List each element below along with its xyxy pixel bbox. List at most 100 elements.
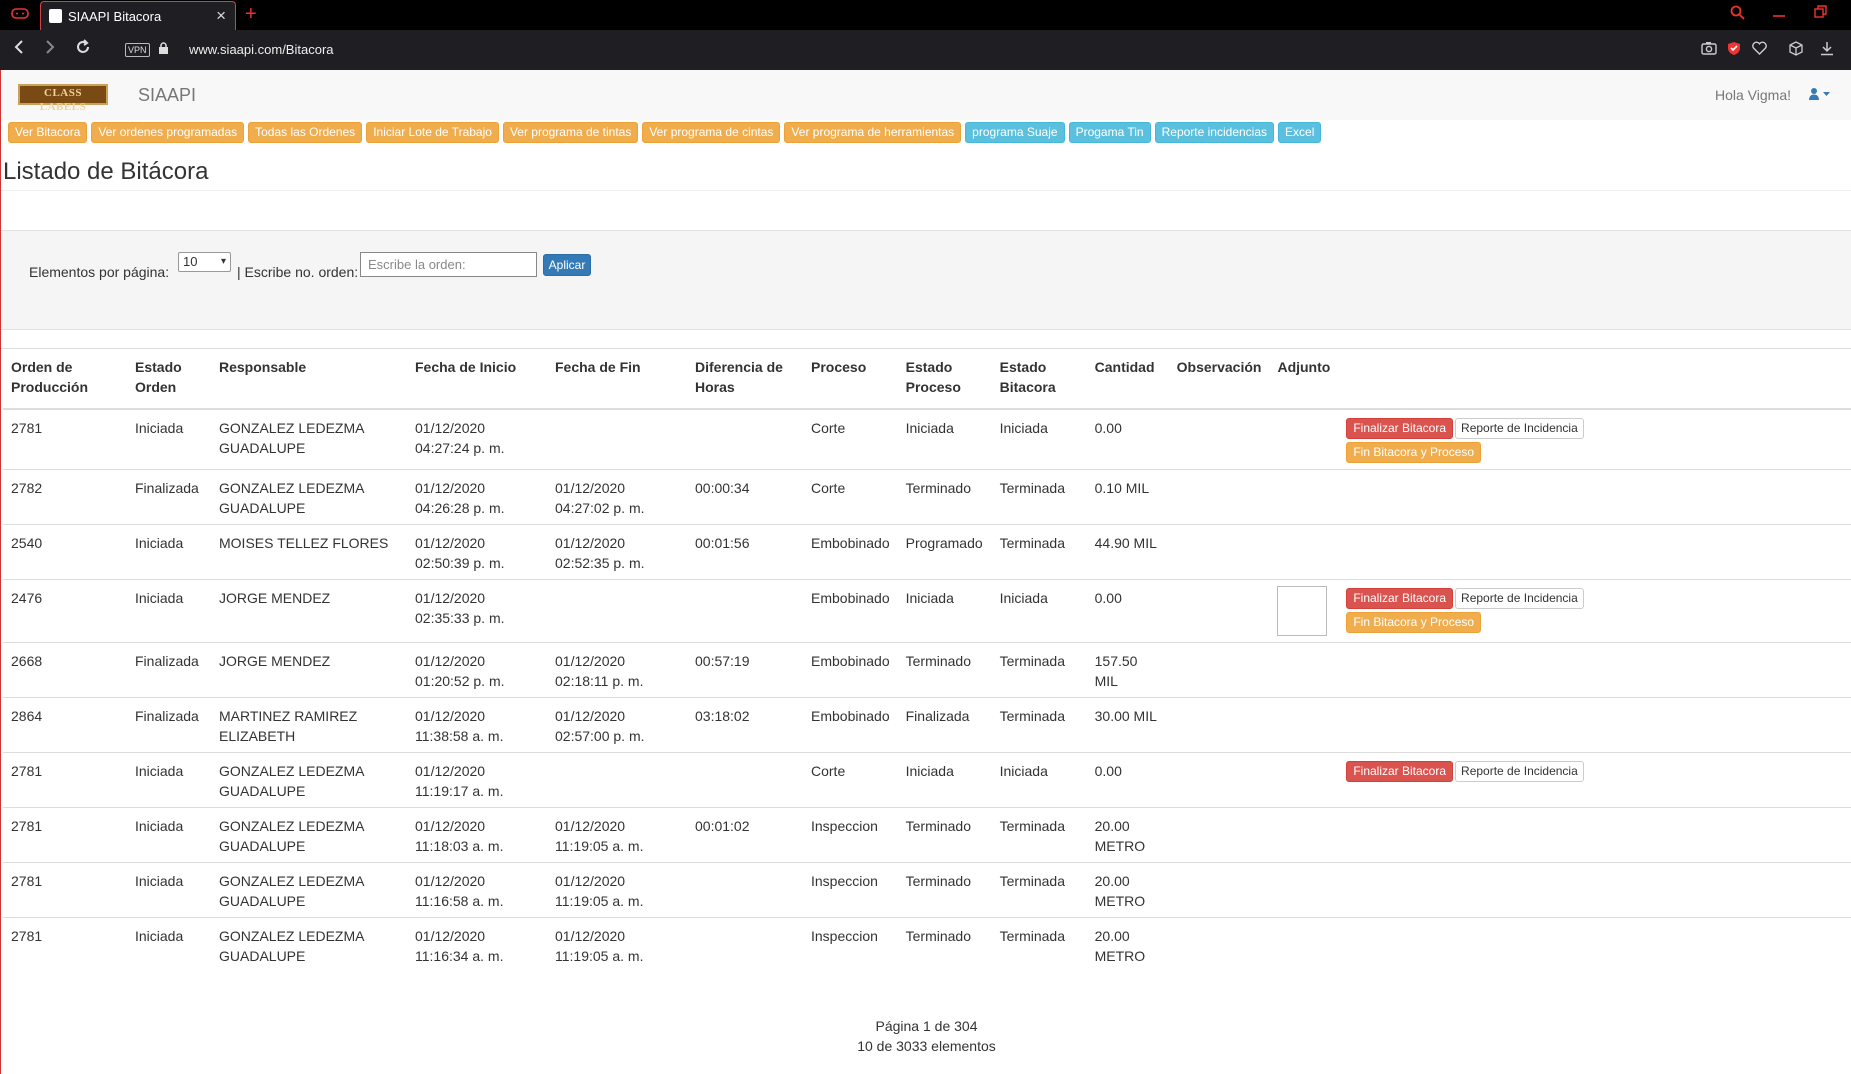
column-header: Proceso [803,349,898,410]
order-search-input[interactable]: Escribe la orden: [360,252,537,277]
incident-report-button[interactable]: Reporte de Incidencia [1455,418,1584,439]
cell-responsable: GONZALEZ LEDEZMA GUADALUPE [211,862,407,918]
search-icon[interactable] [1730,5,1745,24]
cell-actions [1338,642,1851,698]
cell-estado-proceso: Terminado [897,642,992,698]
cell-estado-bitacora: Iniciada [991,752,1087,808]
cell-proceso: Inspeccion [803,917,898,972]
per-page-select[interactable]: 10 ▾ [178,252,231,272]
cell-responsable: GONZALEZ LEDEZMA GUADALUPE [211,752,407,808]
menu-button-9[interactable]: Reporte incidencias [1154,122,1275,143]
cell-responsable: JORGE MENDEZ [211,642,407,698]
close-tab-icon[interactable]: × [216,6,226,26]
shield-icon[interactable] [1727,41,1741,59]
cell-inicio: 01/12/2020 11:16:34 a. m. [407,917,547,972]
table-row: 2864 Finalizada MARTINEZ RAMIREZ ELIZABETH… [3,697,1851,753]
browser-tab[interactable]: SIAAPI Bitacora × [40,1,236,30]
menu-button-0[interactable]: Ver Bitacora [8,122,88,143]
cell-estado-bitacora: Terminada [991,469,1087,525]
cell-estado-bitacora: Iniciada [991,408,1087,470]
cell-adjunto [1269,642,1339,698]
cell-orden: 2668 [3,642,127,698]
cell-estado-proceso: Iniciada [897,579,992,643]
cell-actions [1338,917,1851,972]
table-row: 2781 Iniciada GONZALEZ LEDEZMA GUADALUPE 01… [3,807,1851,863]
reload-icon[interactable] [75,38,91,61]
table-row: 2781 Iniciada GONZALEZ LEDEZMA GUADALUPE 01… [3,917,1851,972]
cell-actions: Finalizar Bitacora Reporte de Incidencia F… [1338,579,1851,643]
cell-diferencia: 00:57:19 [687,642,803,698]
cube-icon[interactable] [1789,41,1803,59]
cell-actions [1338,807,1851,863]
cell-inicio: 01/12/2020 11:16:58 a. m. [407,862,547,918]
incident-report-button[interactable]: Reporte de Incidencia [1455,588,1584,609]
cell-orden: 2781 [3,862,127,918]
back-icon[interactable] [12,38,26,61]
cell-fin: 01/12/2020 04:27:02 p. m. [547,469,687,525]
menu-button-7[interactable]: programa Suaje [965,122,1065,143]
finalize-log-button[interactable]: Finalizar Bitacora [1346,418,1454,439]
cell-proceso: Embobinado [803,579,898,643]
cell-diferencia [687,752,803,808]
gamepad-icon[interactable] [10,6,30,24]
cell-proceso: Inspeccion [803,862,898,918]
cell-estado-proceso: Iniciada [897,408,992,470]
column-header: Fecha de Fin [547,349,687,410]
cell-estado-orden: Iniciada [127,752,211,808]
user-menu-icon[interactable] [1809,87,1831,104]
vpn-badge[interactable]: VPN [125,43,150,57]
incident-report-button[interactable]: Reporte de Incidencia [1455,761,1584,782]
new-tab-icon[interactable]: + [245,3,257,26]
menu-button-2[interactable]: Todas las Ordenes [248,122,363,143]
cell-observacion [1168,807,1270,863]
finish-log-and-process-button[interactable]: Fin Bitacora y Proceso [1346,442,1482,463]
finalize-log-button[interactable]: Finalizar Bitacora [1346,588,1454,609]
minimize-icon[interactable] [1772,5,1786,23]
page-number-text: Página 1 de 304 [875,1018,978,1034]
cell-orden: 2781 [3,752,127,808]
apply-button[interactable]: Aplicar [543,254,591,276]
tab-title: SIAAPI Bitacora [68,9,162,24]
menu-button-5[interactable]: Ver programa de cintas [642,122,781,143]
cell-estado-orden: Iniciada [127,862,211,918]
lock-icon[interactable] [158,42,169,55]
table-row: 2540 Iniciada MOISES TELLEZ FLORES 01/12/20… [3,524,1851,580]
finish-log-and-process-button[interactable]: Fin Bitacora y Proceso [1346,612,1482,633]
cell-cantidad: 30.00 MIL [1086,697,1169,753]
cell-inicio: 01/12/2020 04:27:24 p. m. [407,408,547,470]
brand-name[interactable]: SIAAPI [138,85,196,106]
menu-button-8[interactable]: Progama Tin [1068,122,1151,143]
cell-actions [1338,469,1851,525]
company-logo[interactable]: CLASS LABELS [18,84,108,113]
cell-diferencia: 00:01:02 [687,807,803,863]
browser-tab-bar: SIAAPI Bitacora × + [0,0,1851,30]
finalize-log-button[interactable]: Finalizar Bitacora [1346,761,1454,782]
url-field[interactable]: www.siaapi.com/Bitacora [189,42,334,57]
cell-actions [1338,862,1851,918]
cell-estado-bitacora: Iniciada [991,579,1087,643]
cell-inicio: 01/12/2020 02:50:39 p. m. [407,524,547,580]
user-greeting[interactable]: Hola Vigma! [1715,87,1791,103]
menu-button-3[interactable]: Iniciar Lote de Trabajo [366,122,499,143]
cell-estado-orden: Finalizada [127,469,211,525]
cell-estado-orden: Iniciada [127,524,211,580]
restore-icon[interactable] [1814,5,1828,23]
cell-fin [547,408,687,470]
menu-button-6[interactable]: Ver programa de herramientas [784,122,962,143]
table-body: 2781 Iniciada GONZALEZ LEDEZMA GUADALUPE 01… [3,408,1851,972]
cell-responsable: MOISES TELLEZ FLORES [211,524,407,580]
cell-orden: 2781 [3,807,127,863]
table-row: 2781 Iniciada GONZALEZ LEDEZMA GUADALUPE 01… [3,862,1851,918]
menu-button-10[interactable]: Excel [1278,122,1322,143]
attachment-thumbnail[interactable] [1277,586,1328,636]
heart-icon[interactable] [1752,41,1767,58]
cell-orden: 2864 [3,697,127,753]
menu-button-1[interactable]: Ver ordenes programadas [91,122,245,143]
download-icon[interactable] [1820,41,1834,59]
forward-icon[interactable] [43,38,57,61]
page-favicon-icon [49,9,62,23]
menu-button-4[interactable]: Ver programa de tintas [502,122,639,143]
cell-responsable: GONZALEZ LEDEZMA GUADALUPE [211,408,407,470]
camera-icon[interactable] [1701,41,1717,58]
cell-observacion [1168,469,1270,525]
